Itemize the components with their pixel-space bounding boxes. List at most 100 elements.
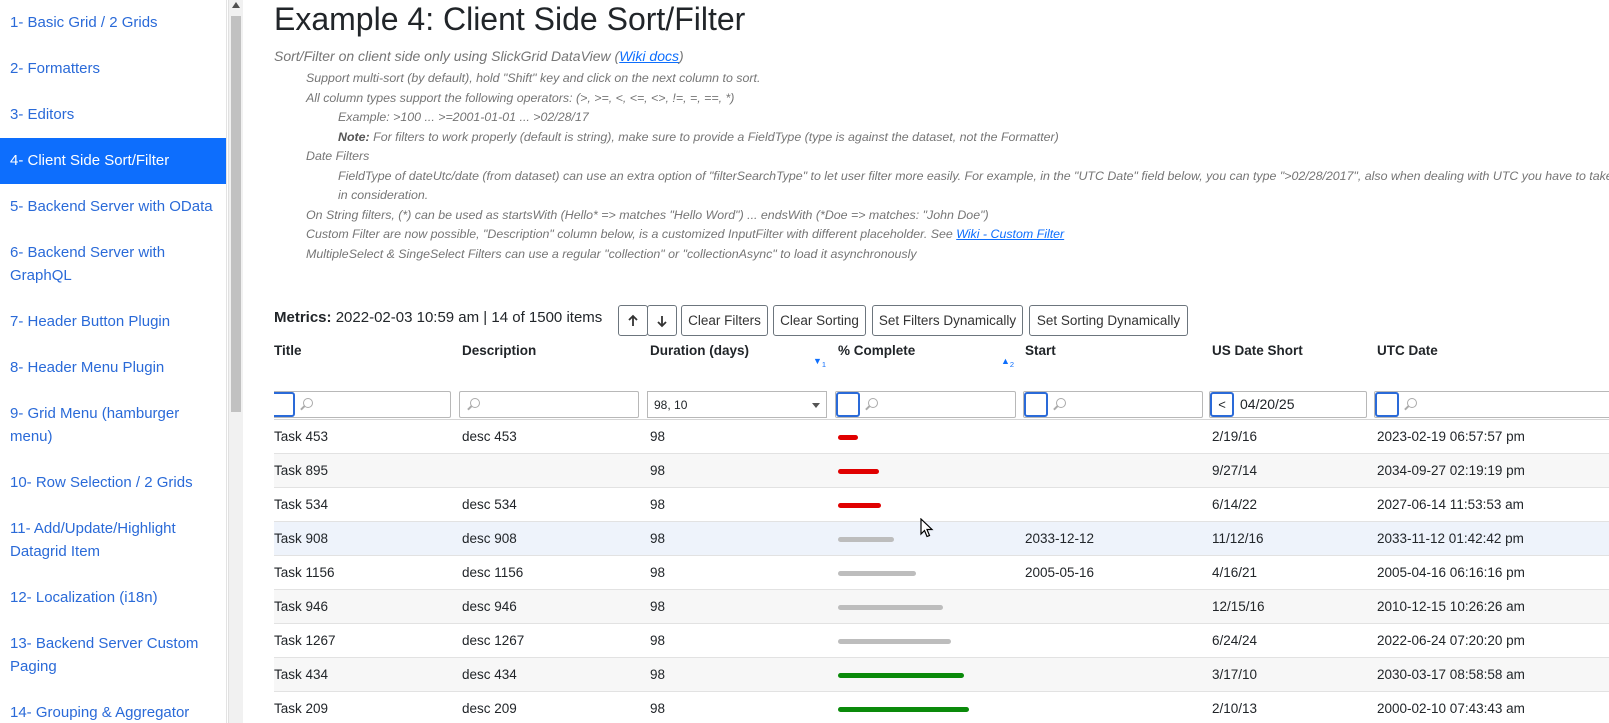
column-header-utc-date[interactable]: UTC Date [1377,343,1438,358]
grid-body: Task 453 desc 453 98 2/19/16 2023-02-19 06:5… [274,420,1609,723]
note-custom-filter: Custom Filter are now possible, "Descrip… [274,225,1609,245]
note-string-filters: On String filters, (*) can be used as st… [306,207,989,222]
cell-utc-date: 2023-02-19 06:57:57 pm [1377,429,1525,444]
cell-duration: 98 [650,667,666,682]
sidebar-scrollbar[interactable] [228,0,243,723]
sidebar-item-row-selection[interactable]: 10- Row Selection / 2 Grids [0,460,226,506]
cell-duration: 98 [650,599,666,614]
utc-date-filter[interactable] [1374,391,1609,418]
cell-utc-date: 2034-09-27 02:19:19 pm [1377,463,1525,478]
table-row[interactable]: Task 434 desc 434 98 3/17/10 2030-03-17 08:5… [274,658,1609,692]
arrow-up-icon [628,314,638,326]
subtitle-end: ) [679,48,684,64]
title-filter-operator[interactable] [274,392,295,417]
cell-duration: 98 [650,633,666,648]
cell-duration: 98 [650,463,666,478]
duration-filter-value: 98, 10 [654,398,688,412]
sidebar-item-backend-custom-paging[interactable]: 13- Backend Server Custom Paging [0,621,226,690]
start-filter[interactable] [1023,391,1203,418]
note-date-filters-detail: FieldType of dateUtc/date (from dataset)… [338,168,1609,183]
title-filter[interactable] [274,391,451,418]
sidebar-item-localization[interactable]: 12- Localization (i18n) [0,575,226,621]
cell-start: 2033-12-12 [1025,531,1095,546]
us-date-filter[interactable]: < 04/20/25 [1209,391,1367,418]
sidebar-item-add-update-highlight[interactable]: 11- Add/Update/Highlight Datagrid Item [0,506,226,575]
note-date-filters-detail-cont: in consideration. [338,188,429,202]
cell-duration: 98 [650,565,666,580]
sidebar-item-header-button[interactable]: 7- Header Button Plugin [0,299,226,345]
sidebar-item-client-side-sort-filter[interactable]: 4- Client Side Sort/Filter [0,138,226,184]
table-row[interactable]: Task 453 desc 453 98 2/19/16 2023-02-19 06:5… [274,420,1609,454]
cell-utc-date: 2022-06-24 07:20:20 pm [1377,633,1525,648]
wiki-custom-filter-link[interactable]: Wiki - Custom Filter [956,227,1064,241]
sidebar-item-grouping[interactable]: 14- Grouping & Aggregator [0,690,226,723]
sort-up-button[interactable] [618,305,648,336]
metrics-value: 2022-02-03 10:59 am | 14 of 1500 items [335,309,603,326]
cell-title: Task 908 [274,531,329,546]
column-header-description[interactable]: Description [462,343,536,358]
chevron-down-icon [812,403,820,408]
cell-duration: 98 [650,429,666,444]
note-operators: All column types support the following o… [306,90,735,105]
search-icon [1407,398,1417,408]
sidebar-item-editors[interactable]: 3- Editors [0,92,226,138]
clear-sorting-button[interactable]: Clear Sorting [773,305,866,336]
metrics-label: Metrics: [274,309,332,326]
percent-complete-bar [838,469,879,474]
search-icon [1056,398,1066,408]
wiki-docs-link[interactable]: Wiki docs [619,48,679,64]
scrollbar-thumb[interactable] [231,16,241,412]
cell-title: Task 434 [274,667,329,682]
sidebar-item-basic-grid[interactable]: 1- Basic Grid / 2 Grids [0,0,226,46]
table-row[interactable]: Task 908 desc 908 98 2033-12-12 11/12/16 2033… [274,522,1609,556]
description-filter[interactable] [459,391,639,418]
cell-us-date: 4/16/21 [1212,565,1258,580]
set-sorting-dynamically-button[interactable]: Set Sorting Dynamically [1029,305,1188,336]
duration-filter-select[interactable]: 98, 10 [647,391,827,418]
column-header-title[interactable]: Title [274,343,302,358]
search-icon [470,398,480,408]
sidebar-item-formatters[interactable]: 2- Formatters [0,46,226,92]
column-header-percent-complete[interactable]: % Complete [838,343,915,358]
cell-utc-date: 2010-12-15 10:26:26 am [1377,599,1525,614]
sidebar-nav: 1- Basic Grid / 2 Grids 2- Formatters 3-… [0,0,227,723]
cell-description: desc 453 [462,429,517,444]
column-header-us-date-short[interactable]: US Date Short [1212,343,1303,358]
percent-complete-bar [838,639,951,644]
note-label: Note: [338,129,370,144]
sidebar-item-backend-odata[interactable]: 5- Backend Server with OData [0,184,226,230]
cell-description: desc 534 [462,497,517,512]
column-header-start[interactable]: Start [1025,343,1056,358]
sidebar-item-backend-graphql[interactable]: 6- Backend Server with GraphQL [0,230,226,299]
table-row[interactable]: Task 1156 desc 1156 98 2005-05-16 4/16/21 200… [274,556,1609,590]
sidebar-item-header-menu[interactable]: 8- Header Menu Plugin [0,345,226,391]
clear-filters-button[interactable]: Clear Filters [681,305,768,336]
cell-title: Task 209 [274,701,329,716]
cell-duration: 98 [650,497,666,512]
table-row[interactable]: Task 534 desc 534 98 6/14/22 2027-06-14 11:5… [274,488,1609,522]
utc-date-filter-operator[interactable] [1375,392,1399,417]
us-date-filter-operator[interactable]: < [1210,392,1234,417]
table-row[interactable]: Task 895 98 9/27/14 2034-09-27 02:19:19 pm [274,454,1609,488]
cell-title: Task 1156 [274,565,335,580]
notes-list: Support multi-sort (by default), hold "S… [274,69,1609,264]
table-row[interactable]: Task 946 desc 946 98 12/15/16 2010-12-15 10:… [274,590,1609,624]
column-header-duration[interactable]: Duration (days) [650,343,749,358]
sidebar-item-grid-menu[interactable]: 9- Grid Menu (hamburger menu) [0,391,226,460]
set-filters-dynamically-button[interactable]: Set Filters Dynamically [872,305,1023,336]
sort-order-2: 2 [1009,359,1015,369]
table-row[interactable]: Task 209 desc 209 98 2/10/13 2000-02-10 07:4… [274,692,1609,723]
note-fieldtype: Note: For filters to work properly (defa… [274,128,1609,148]
cell-start: 2005-05-16 [1025,565,1095,580]
cell-title: Task 946 [274,599,329,614]
cell-description: desc 434 [462,667,517,682]
start-filter-operator[interactable] [1024,392,1048,417]
scroll-up-arrow-icon[interactable] [232,2,240,8]
table-row[interactable]: Task 1267 desc 1267 98 6/24/24 2022-06-24 07… [274,624,1609,658]
sort-down-button[interactable] [647,305,677,336]
percent-filter-operator[interactable] [836,392,860,417]
percent-complete-bar [838,435,858,440]
note-multiselect: MultipleSelect & SingeSelect Filters can… [306,246,917,261]
percent-complete-filter[interactable] [835,391,1016,418]
cell-duration: 98 [650,531,666,546]
